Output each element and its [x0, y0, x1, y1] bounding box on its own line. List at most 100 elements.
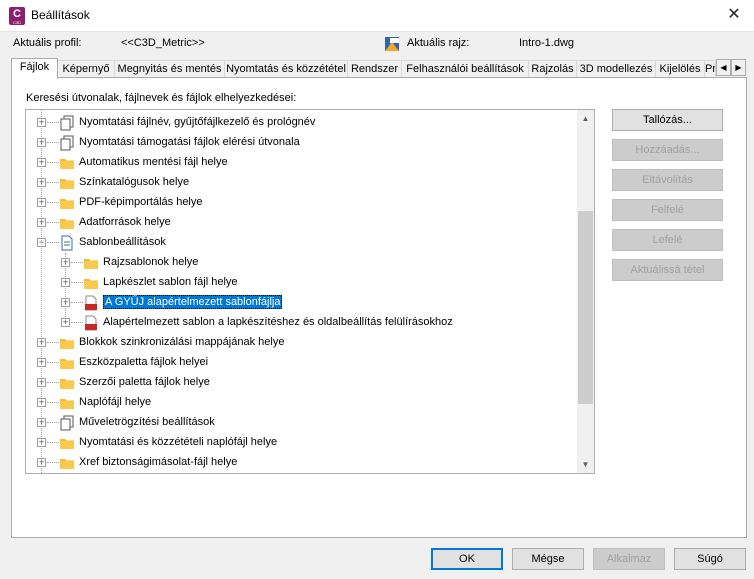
tab-0[interactable]: Fájlok [11, 58, 58, 79]
dwt-file-icon [85, 295, 97, 311]
tree-item[interactable]: + Nyomtatási fájlnév, gyűjtőfájlkezelő és… [26, 113, 576, 133]
folder-icon [60, 199, 74, 209]
tree-connector [47, 342, 59, 343]
tree-item[interactable]: + Xref biztonságimásolat-fájl helye [26, 453, 576, 473]
folder-icon [60, 179, 74, 189]
tree-item-label[interactable]: PDF-képimportálás helye [79, 196, 203, 208]
tab-2[interactable]: Megnyitás és mentés [114, 60, 225, 78]
tree-scrollbar[interactable]: ▲ ▼ [577, 110, 594, 473]
tree-item-label[interactable]: Lapkészlet sablon fájl helye [103, 276, 238, 288]
tree-item-label[interactable]: Blokkok szinkronizálási mappájának helye [79, 336, 284, 348]
tree-item[interactable]: + PDF-képimportálás helye [26, 193, 576, 213]
search-paths-label: Keresési útvonalak, fájlnevek és fájlok … [26, 92, 297, 104]
tree-item-label[interactable]: Szerzői paletta fájlok helye [79, 376, 210, 388]
tree-connector [47, 162, 59, 163]
tree-item[interactable]: + Szerzői paletta fájlok helye [26, 373, 576, 393]
drawing-label: Aktuális rajz: [407, 37, 470, 49]
tree-item[interactable]: + Naplófájl helye [26, 393, 576, 413]
tree-connector [47, 402, 59, 403]
add-button[interactable]: Hozzáadás... [612, 139, 723, 161]
folder-icon [60, 439, 74, 449]
move-down-button[interactable]: Lefelé [612, 229, 723, 251]
tree-item-label[interactable]: Naplófájl helye [79, 396, 151, 408]
tree-item-label[interactable]: Nyomtatási fájlnév, gyűjtőfájlkezelő és … [79, 116, 315, 128]
doc-icon [61, 235, 73, 251]
tree-item-label[interactable]: Alapértelmezett sablon a lapkészítéshez … [103, 316, 453, 328]
scroll-up-icon[interactable]: ▲ [577, 110, 594, 127]
docs-icon [60, 415, 74, 431]
drawing-value: Intro-1.dwg [519, 37, 575, 49]
window-title: Beállítások [31, 8, 90, 22]
tree-connector [47, 122, 59, 123]
scroll-down-icon[interactable]: ▼ [577, 456, 594, 473]
tree-item[interactable]: + Nyomtatási támogatási fájlok elérési út… [26, 133, 576, 153]
title-bar: C C3D Beállítások ✕ [0, 0, 754, 32]
help-button[interactable]: Súgó [674, 548, 746, 570]
tree-item[interactable]: + Adatforrások helye [26, 213, 576, 233]
folder-icon [60, 399, 74, 409]
folder-icon [60, 219, 74, 229]
tree-item[interactable]: + Műveletrögzítési beállítások [26, 413, 576, 433]
tree-connector [47, 182, 59, 183]
tree-item[interactable]: + Nyomtatási és közzétételi naplófájl hel… [26, 433, 576, 453]
browse-button[interactable]: Tallózás... [612, 109, 723, 131]
tree-item-label[interactable]: Színkatalógusok helye [79, 176, 189, 188]
tree-item[interactable]: + Blokkok szinkronizálási mappájának hely… [26, 333, 576, 353]
tab-1[interactable]: Képernyő [57, 60, 115, 78]
tree-item[interactable]: − Sablonbeállítások [26, 233, 576, 253]
tab-7[interactable]: 3D modellezés [576, 60, 656, 78]
tree-item[interactable]: + Lapkészlet sablon fájl helye [26, 273, 576, 293]
folder-icon [60, 339, 74, 349]
apply-button[interactable]: Alkalmaz [593, 548, 665, 570]
tree-item-label[interactable]: Automatikus mentési fájl helye [79, 156, 228, 168]
tab-5[interactable]: Felhasználói beállítások [401, 60, 529, 78]
scroll-thumb[interactable] [578, 211, 593, 404]
tree-item[interactable]: + Eszközpaletta fájlok helyei [26, 353, 576, 373]
tree-connector [71, 282, 83, 283]
cancel-button[interactable]: Mégse [512, 548, 584, 570]
folder-icon [60, 459, 74, 469]
profile-label: Aktuális profil: [13, 37, 82, 49]
tab-4[interactable]: Rendszer [347, 60, 402, 78]
remove-button[interactable]: Eltávolítás [612, 169, 723, 191]
tree-item-label[interactable]: Sablonbeállítások [79, 236, 166, 248]
files-panel: Keresési útvonalak, fájlnevek és fájlok … [11, 77, 747, 538]
move-up-button[interactable]: Felfelé [612, 199, 723, 221]
tree-item[interactable]: + A GYŰJ alapértelmezett sablonfájlja [26, 293, 576, 313]
close-icon[interactable]: ✕ [722, 4, 746, 28]
tree-connector [47, 142, 59, 143]
dwt-file-icon [85, 315, 97, 331]
set-current-button[interactable]: Aktuálissá tétel [612, 259, 723, 281]
tree-connector [47, 442, 59, 443]
tree-item-label[interactable]: Rajzsablonok helye [103, 256, 198, 268]
file-tree[interactable]: + Nyomtatási fájlnév, gyűjtőfájlkezelő és… [25, 109, 595, 474]
tree-item[interactable]: + Automatikus mentési fájl helye [26, 153, 576, 173]
tree-item-label[interactable]: Műveletrögzítési beállítások [79, 416, 215, 428]
tree-item-label[interactable]: Adatforrások helye [79, 216, 171, 228]
tree-item-label[interactable]: A GYŰJ alapértelmezett sablonfájlja [103, 295, 283, 309]
tree-connector [47, 242, 59, 243]
tab-8[interactable]: Kijelölés [655, 60, 705, 78]
tab-9[interactable]: Pr [704, 60, 716, 78]
folder-icon [60, 379, 74, 389]
tab-scroll-left-icon[interactable]: ◀ [716, 59, 731, 76]
tree-item[interactable]: + Alapértelmezett sablon a lapkészítéshez… [26, 313, 576, 333]
tab-3[interactable]: Nyomtatás és közzététel [224, 60, 348, 78]
tree-connector [47, 222, 59, 223]
drawing-icon [385, 37, 399, 51]
tree-guide-line [41, 110, 42, 473]
ok-button[interactable]: OK [431, 548, 503, 570]
tree-item-label[interactable]: Nyomtatási és közzétételi naplófájl hely… [79, 436, 277, 448]
tree-item-label[interactable]: Nyomtatási támogatási fájlok elérési útv… [79, 136, 300, 148]
tab-scroll-right-icon[interactable]: ▶ [731, 59, 746, 76]
tree-item[interactable]: + Színkatalógusok helye [26, 173, 576, 193]
tree-guide-line [65, 253, 66, 323]
tree-item-label[interactable]: Xref biztonságimásolat-fájl helye [79, 456, 237, 468]
tree-item[interactable]: + Rajzsablonok helye [26, 253, 576, 273]
tab-strip: Fájlok Képernyő Megnyitás és mentés Nyomtat… [11, 58, 747, 79]
tab-6[interactable]: Rajzolás [528, 60, 577, 78]
profile-value: <<C3D_Metric>> [121, 37, 205, 49]
tree-connector [71, 322, 83, 323]
tree-item-label[interactable]: Eszközpaletta fájlok helyei [79, 356, 208, 368]
folder-icon [84, 279, 98, 289]
